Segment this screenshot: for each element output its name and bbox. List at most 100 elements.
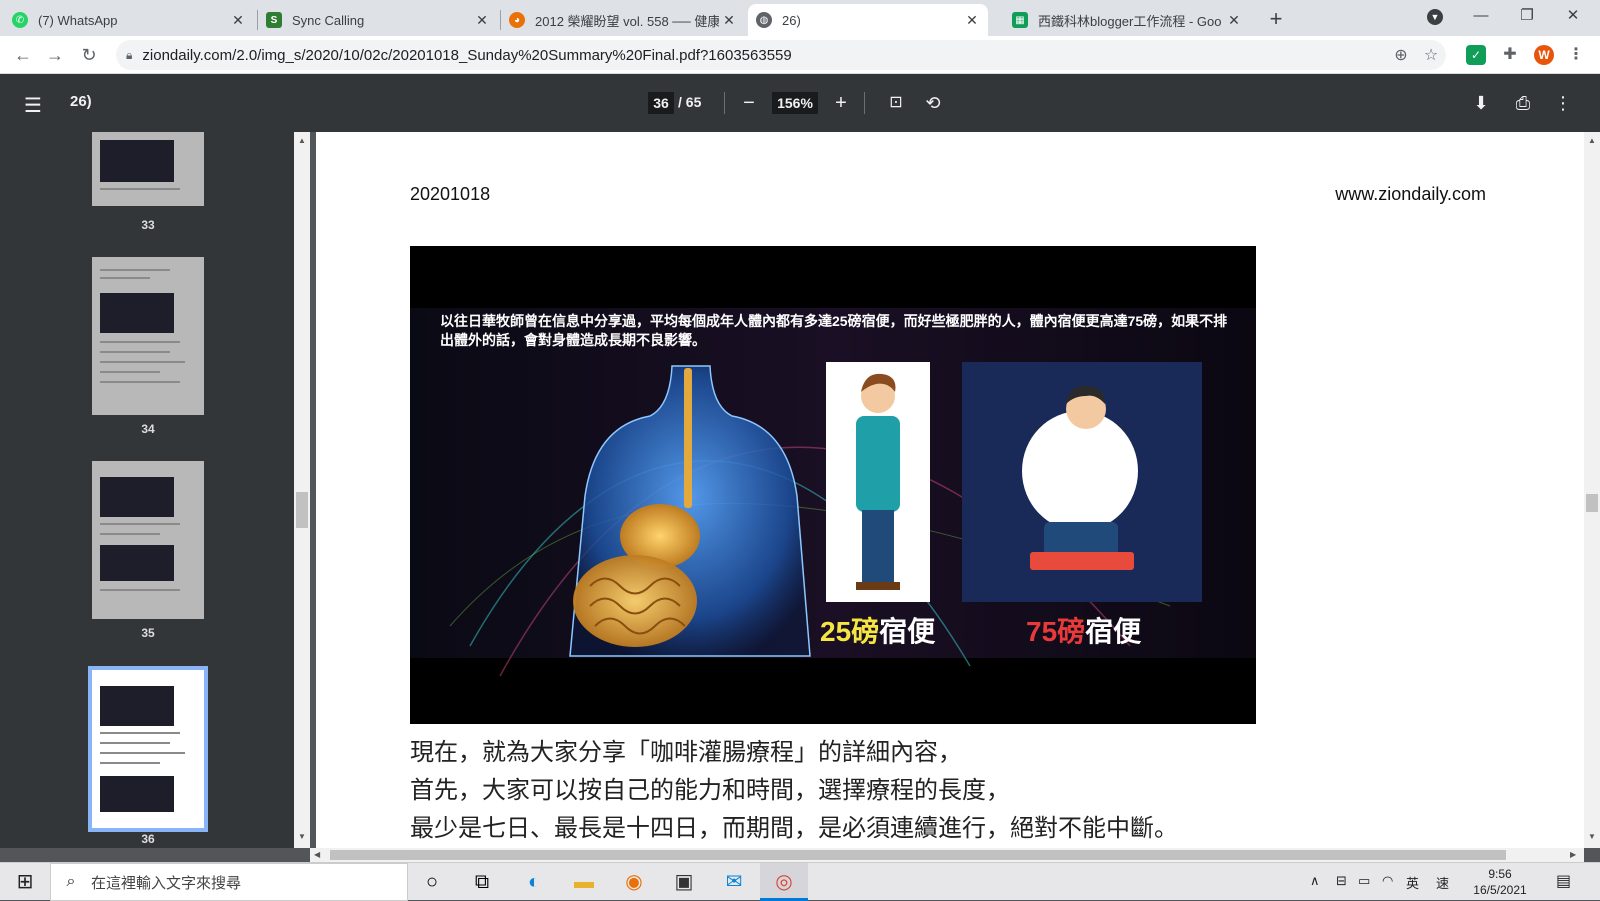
ime-language[interactable]: 英 [1406, 873, 1419, 892]
scroll-right-icon[interactable]: ▶ [1570, 850, 1576, 859]
scroll-thumb[interactable] [296, 492, 308, 528]
download-icon[interactable]: ⬇ [1468, 90, 1494, 116]
close-icon[interactable]: ✕ [228, 12, 248, 29]
scale [1030, 552, 1134, 570]
scroll-up-icon[interactable]: ▲ [1588, 136, 1596, 145]
fit-page-icon[interactable]: ⊡ [883, 90, 909, 116]
thumb-text-line [100, 381, 180, 383]
label-25lb-number: 25磅 [820, 616, 880, 647]
tab-sync-calling[interactable]: S Sync Calling ✕ [258, 4, 498, 36]
zoom-level-input[interactable]: 156% [772, 92, 818, 114]
palette-icon: ◕ [509, 12, 525, 28]
scroll-left-icon[interactable]: ◀ [314, 850, 320, 859]
article-figure: 以往日華牧師曾在信息中分享過，平均每個成年人體內都有多達25磅宿便，而好些極肥胖… [410, 246, 1256, 724]
extension-check-icon[interactable]: ✓ [1466, 45, 1486, 65]
windows-taskbar: ⊞ ⌕ 在這裡輸入文字來搜尋 ○ ⧉ ◐ ▬ ◉ ▣ ✉ ◎ ∧ ⊟ ▭ ◠ 英… [0, 862, 1600, 901]
viewer-scrollbar-horizontal[interactable]: ◀ ▶ [310, 848, 1584, 862]
minimize-button[interactable]: — [1458, 0, 1504, 36]
scroll-thumb[interactable] [330, 850, 1506, 860]
thumbnail-page-35[interactable] [92, 461, 204, 619]
thumbnail-page-34[interactable] [92, 257, 204, 415]
rotate-icon[interactable]: ⟲ [920, 90, 946, 116]
more-vert-icon[interactable]: ⋮ [1566, 45, 1586, 65]
cortana-icon[interactable]: ○ [408, 863, 456, 901]
taskbar-search-box[interactable]: ⌕ 在這裡輸入文字來搜尋 [50, 863, 408, 901]
battery-icon[interactable]: ▭ [1358, 873, 1370, 889]
mail-icon[interactable]: ✉ [710, 863, 758, 901]
zoom-icon[interactable]: ⊕ [1386, 45, 1416, 65]
close-icon[interactable]: ✕ [962, 12, 982, 29]
label-75lb-text: 宿便 [1085, 616, 1142, 647]
page-header-site: www.ziondaily.com [1335, 184, 1486, 204]
zoom-in-button[interactable]: + [828, 90, 854, 116]
new-tab-button[interactable]: + [1262, 6, 1290, 34]
windows-start-icon[interactable]: ⊞ [0, 863, 50, 901]
tab-pdf-active[interactable]: ◍ 26) ✕ [748, 4, 988, 36]
body-paragraph-line: 現在，就為大家分享「咖啡灌腸療程」的詳細內容， [410, 738, 962, 766]
extensions-puzzle-icon[interactable]: ✚ [1500, 45, 1520, 65]
print-icon[interactable]: ⎙ [1510, 90, 1536, 116]
taskbar-search-placeholder: 在這裡輸入文字來搜尋 [91, 874, 242, 892]
thumb-text-line [100, 341, 180, 343]
omnibox[interactable]: 🔒︎ ziondaily.com/2.0/img_s/2020/10/02c/2… [116, 40, 1446, 70]
slim-person-jacket [856, 416, 900, 512]
back-button[interactable]: ← [10, 42, 36, 68]
thumbnail-page-33[interactable] [92, 132, 204, 206]
close-icon[interactable]: ✕ [719, 12, 739, 29]
pdf-page: 20201018 www.ziondaily.com 以往日華牧師曾在信息中分享… [316, 132, 1584, 848]
chrome-alt-icon[interactable]: ◉ [610, 863, 658, 901]
tab-label: 2012 榮耀盼望 vol. 558 ── 健康 [535, 13, 719, 29]
url-text[interactable]: ziondaily.com/2.0/img_s/2020/10/02c/2020… [142, 47, 1386, 64]
thumb-text-line [100, 762, 160, 764]
scroll-down-icon[interactable]: ▼ [298, 832, 306, 841]
notification-center-icon[interactable]: ▤ [1556, 871, 1571, 891]
tray-network-device-icon[interactable]: ⊟ [1336, 873, 1347, 889]
ime-mode[interactable]: 速 [1436, 873, 1449, 892]
forward-button[interactable]: → [42, 42, 68, 68]
heavy-person-belly [1022, 411, 1138, 531]
thumb-image [100, 140, 174, 182]
tab-search-button[interactable]: ▼ [1412, 0, 1458, 36]
page-number-input[interactable]: 36 [648, 92, 674, 114]
edge-icon[interactable]: ◐ [510, 863, 558, 901]
profile-avatar[interactable]: W [1534, 45, 1554, 65]
label-75lb-number: 75磅 [1026, 616, 1086, 647]
bookmark-star-icon[interactable]: ☆ [1416, 45, 1446, 65]
tab-whatsapp[interactable]: ✆ (7) WhatsApp ✕ [4, 4, 254, 36]
close-icon[interactable]: ✕ [472, 12, 492, 29]
sidebar-scrollbar[interactable]: ▲ ▼ [294, 132, 310, 848]
figure-illustration [449, 362, 1202, 677]
task-view-icon[interactable]: ⧉ [458, 863, 506, 901]
wifi-icon[interactable]: ◠ [1382, 873, 1393, 889]
page-count: / 65 [678, 94, 702, 110]
hamburger-menu-icon[interactable]: ☰ [24, 93, 42, 118]
store-icon[interactable]: ▣ [660, 863, 708, 901]
chrome-icon[interactable]: ◎ [760, 863, 808, 901]
restore-button[interactable]: ❐ [1504, 0, 1550, 36]
pdf-viewport[interactable]: 20201018 www.ziondaily.com 以往日華牧師曾在信息中分享… [310, 132, 1584, 848]
more-options-icon[interactable]: ⋮ [1550, 90, 1576, 116]
tab-blogger-sheet[interactable]: ▦ 西鐵科林blogger工作流程 - Goo ✕ [1004, 4, 1250, 36]
file-explorer-icon[interactable]: ▬ [560, 863, 608, 901]
tab-label: (7) WhatsApp [38, 12, 118, 28]
scroll-up-icon[interactable]: ▲ [298, 136, 306, 145]
thumb-text-line [100, 188, 180, 190]
zoom-out-button[interactable]: − [736, 90, 762, 116]
whatsapp-icon: ✆ [12, 12, 28, 28]
lock-icon[interactable]: 🔒︎ [126, 48, 132, 63]
globe-icon: ◍ [756, 12, 772, 28]
tray-chevron-up-icon[interactable]: ∧ [1310, 873, 1320, 889]
scroll-down-icon[interactable]: ▼ [1588, 832, 1596, 841]
label-75lb: 75磅宿便 [1026, 610, 1141, 650]
document-title: 26) [70, 93, 92, 110]
close-window-button[interactable]: ✕ [1550, 0, 1596, 36]
viewer-scrollbar-vertical[interactable]: ▲ ▼ [1584, 132, 1600, 848]
scroll-thumb[interactable] [1586, 494, 1598, 512]
clock-time: 9:56 [1488, 867, 1512, 881]
thumbnail-page-36-selected[interactable] [88, 666, 208, 832]
close-icon[interactable]: ✕ [1224, 12, 1244, 29]
reload-button[interactable]: ↻ [76, 42, 102, 68]
page-header-date: 20201018 [410, 184, 491, 204]
tab-vol-558[interactable]: ◕ 2012 榮耀盼望 vol. 558 ── 健康 ✕ [501, 4, 745, 36]
taskbar-clock[interactable]: 9:56 16/5/2021 [1460, 866, 1540, 898]
